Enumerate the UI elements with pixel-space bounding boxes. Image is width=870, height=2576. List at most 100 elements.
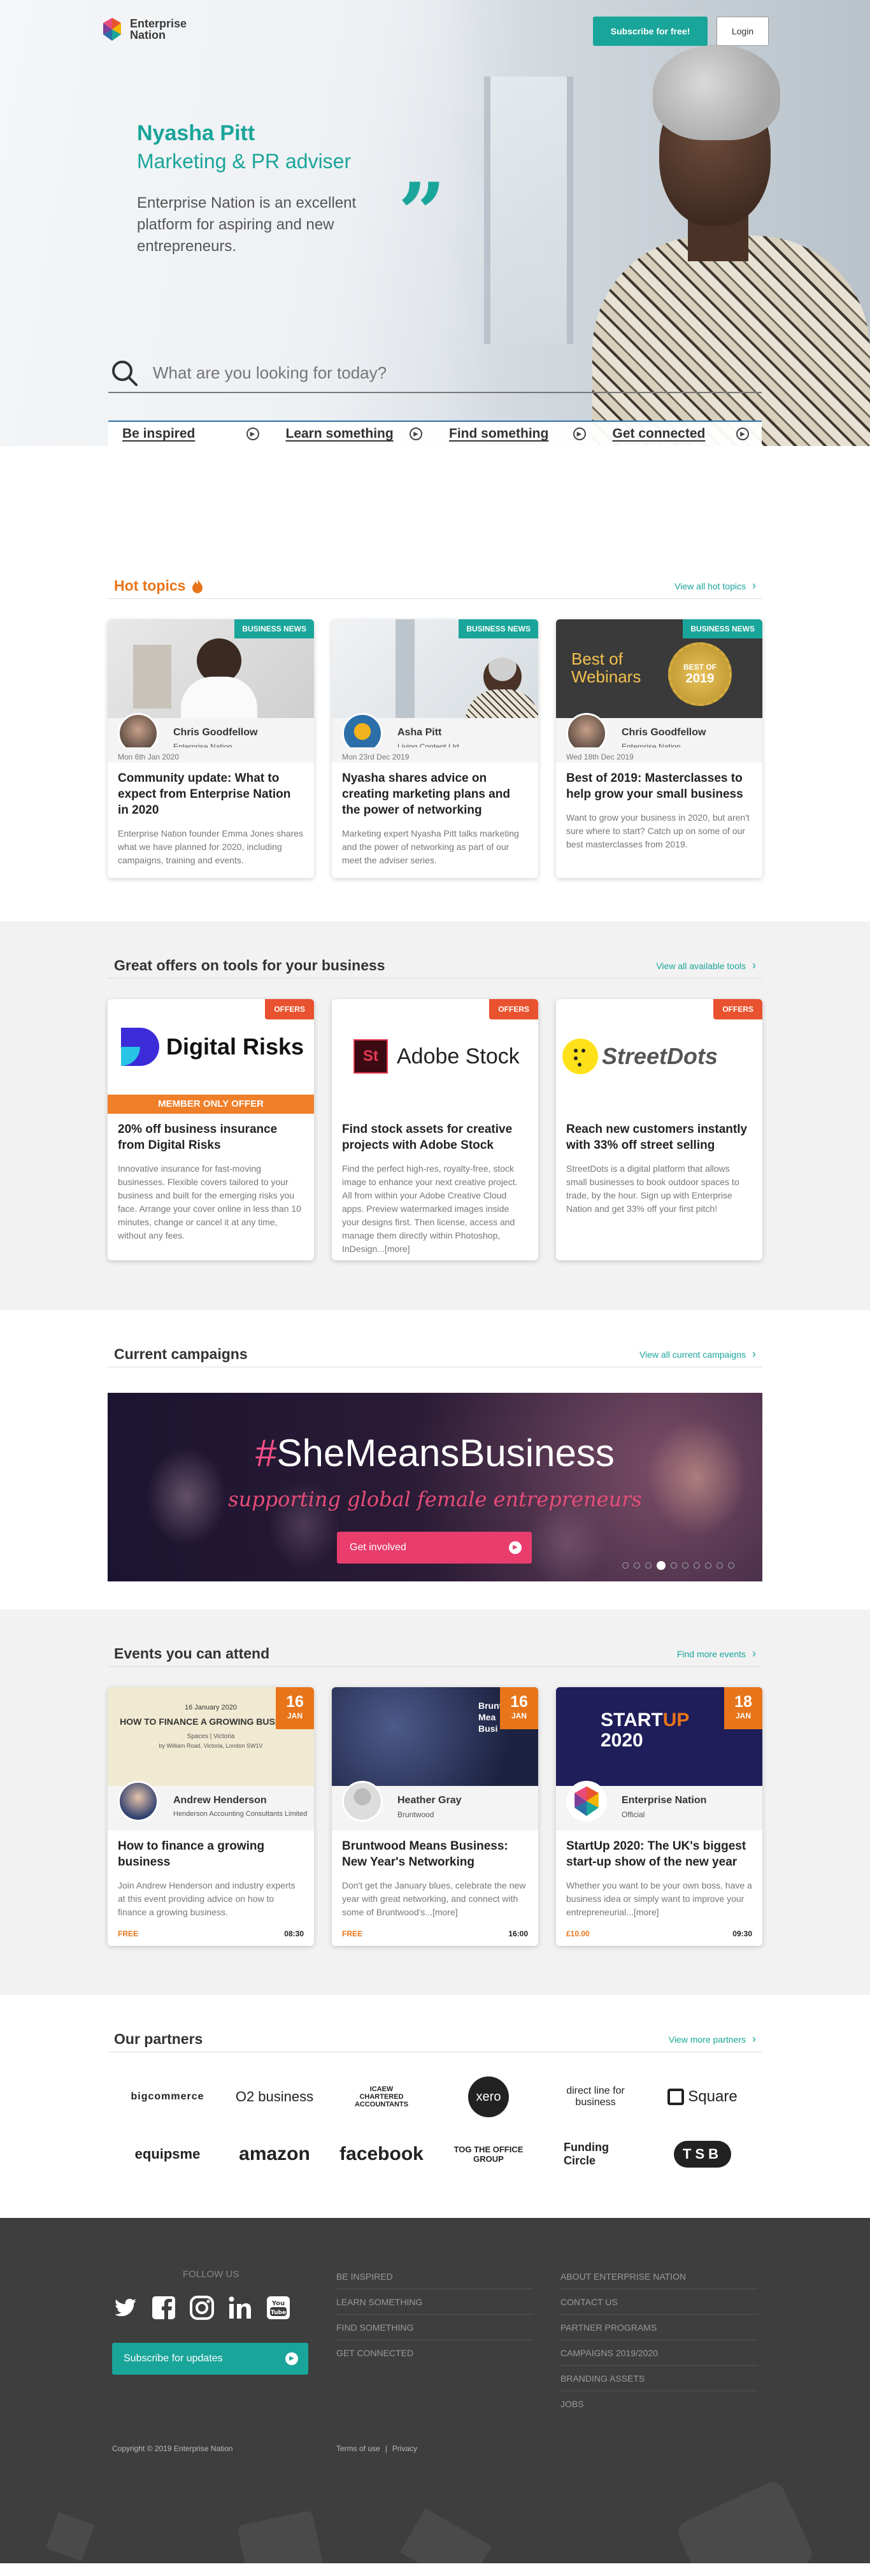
campaigns-section: Current campaigns View all current campa… xyxy=(0,1310,870,1609)
search-icon[interactable] xyxy=(108,357,140,389)
linkedin-icon[interactable] xyxy=(227,2294,253,2321)
find-more-events-link[interactable]: Find more events › xyxy=(677,1647,756,1660)
card-title[interactable]: Nyasha shares advice on creating marketi… xyxy=(332,763,538,818)
streetdots-icon xyxy=(562,1039,598,1074)
campaign-banner[interactable]: #SheMeansBusiness supporting global fema… xyxy=(108,1393,762,1581)
twitter-icon[interactable] xyxy=(112,2294,139,2321)
event-card[interactable]: 16 January 2020 HOW TO FINANCE A GROWING… xyxy=(108,1687,314,1946)
offer-card[interactable]: Digital Risks OFFERS MEMBER ONLY OFFER 2… xyxy=(108,999,314,1260)
news-card[interactable]: BUSINESS NEWS Chris Goodfellow Enterpris… xyxy=(108,619,314,878)
nav-learn-something[interactable]: Learn something ▶ xyxy=(272,422,436,446)
view-more-partners-link[interactable]: View more partners › xyxy=(669,2033,756,2046)
brand-logo[interactable]: Enterprise Nation xyxy=(99,17,187,42)
author-name: Heather Gray xyxy=(397,1795,462,1806)
news-card[interactable]: Best of Webinars BEST OF 2019 BUSINESS N… xyxy=(556,619,762,878)
social-icons: You Tube xyxy=(112,2294,292,2321)
carousel-dot[interactable] xyxy=(645,1562,652,1569)
offer-logo: Digital Risks OFFERS xyxy=(108,999,314,1095)
carousel-dot[interactable] xyxy=(728,1562,734,1569)
footer-link-get-connected[interactable]: GET CONNECTED xyxy=(336,2340,534,2366)
chevron-right-icon: ▶ xyxy=(573,428,586,440)
card-title[interactable]: Bruntwood Means Business: New Year's Net… xyxy=(332,1831,538,1870)
logo-mark-icon xyxy=(103,18,121,41)
get-involved-button[interactable]: Get involved ▶ xyxy=(337,1532,532,1564)
partner-logo-o2[interactable]: O2 business xyxy=(221,2078,328,2116)
partner-logo-amazon[interactable]: amazon xyxy=(221,2135,328,2173)
privacy-link[interactable]: Privacy xyxy=(392,2444,417,2453)
carousel-dot[interactable] xyxy=(717,1562,723,1569)
nav-find-something[interactable]: Find something ▶ xyxy=(435,422,599,446)
search-input[interactable] xyxy=(153,363,726,383)
subscribe-updates-button[interactable]: Subscribe for updates ▶ xyxy=(112,2343,308,2375)
square-icon xyxy=(667,2089,685,2105)
chevron-right-icon: › xyxy=(752,2033,756,2045)
event-time: 16:00 xyxy=(508,1929,528,1938)
partner-logo-facebook[interactable]: facebook xyxy=(328,2135,435,2173)
card-title[interactable]: Community update: What to expect from En… xyxy=(108,763,314,818)
nav-get-connected[interactable]: Get connected ▶ xyxy=(599,422,762,446)
footer-link-branding-assets[interactable]: BRANDING ASSETS xyxy=(560,2366,758,2391)
offer-tag: OFFERS xyxy=(489,999,538,1019)
carousel-dot[interactable] xyxy=(622,1562,629,1569)
footer-link-be-inspired[interactable]: BE INSPIRED xyxy=(336,2264,534,2289)
card-title[interactable]: Reach new customers instantly with 33% o… xyxy=(556,1114,762,1153)
view-all-tools-link[interactable]: View all available tools › xyxy=(656,959,756,972)
partner-logo-icaew[interactable]: ICAEW CHARTERED ACCOUNTANTS xyxy=(328,2078,435,2116)
footer-link-contact[interactable]: CONTACT US xyxy=(560,2289,758,2315)
search-bar[interactable] xyxy=(108,354,762,393)
carousel-dot[interactable] xyxy=(671,1562,677,1569)
footer-link-find-something[interactable]: FIND SOMETHING xyxy=(336,2315,534,2340)
footer-link-campaigns[interactable]: CAMPAIGNS 2019/2020 xyxy=(560,2340,758,2366)
card-title[interactable]: 20% off business insurance from Digital … xyxy=(108,1114,314,1153)
card-title[interactable]: Best of 2019: Masterclasses to help grow… xyxy=(556,763,762,802)
partner-logo-xero[interactable]: xero xyxy=(435,2076,542,2117)
footer-link-learn-something[interactable]: LEARN SOMETHING xyxy=(336,2289,534,2315)
hot-topics-header: Hot topics View all hot topics › xyxy=(108,573,762,599)
hero-name: Nyasha Pitt xyxy=(137,121,255,145)
instagram-icon[interactable] xyxy=(189,2294,215,2321)
event-image: 16 January 2020 HOW TO FINANCE A GROWING… xyxy=(108,1687,314,1786)
carousel-dot[interactable] xyxy=(634,1562,640,1569)
footer-link-jobs[interactable]: JOBS xyxy=(560,2391,758,2417)
youtube-icon[interactable]: You Tube xyxy=(265,2294,292,2321)
news-card[interactable]: BUSINESS NEWS Asha Pitt Living Content L… xyxy=(332,619,538,878)
carousel-dot[interactable] xyxy=(694,1562,700,1569)
partner-logo-tsb[interactable]: TSB xyxy=(649,2135,756,2173)
offer-card[interactable]: St Adobe Stock OFFERS Find stock assets … xyxy=(332,999,538,1260)
card-title[interactable]: StartUp 2020: The UK's biggest start-up … xyxy=(556,1831,762,1870)
login-button[interactable]: Login xyxy=(717,17,769,46)
partners-header: Our partners View more partners › xyxy=(108,2027,762,2052)
arrow-right-icon: ▶ xyxy=(509,1541,522,1554)
date-badge: 16 JAN xyxy=(276,1687,314,1729)
partner-logo-funding-circle[interactable]: Funding Circle xyxy=(542,2135,649,2173)
category-tag: BUSINESS NEWS xyxy=(459,619,538,638)
avatar xyxy=(342,1781,383,1822)
offers-header: Great offers on tools for your business … xyxy=(108,953,762,979)
carousel-dot[interactable] xyxy=(657,1561,666,1570)
carousel-dot[interactable] xyxy=(682,1562,688,1569)
nav-be-inspired[interactable]: Be inspired ▶ xyxy=(108,422,272,446)
partner-logo-direct-line[interactable]: direct line for business xyxy=(542,2078,649,2116)
offer-card[interactable]: StreetDots OFFERS Reach new customers in… xyxy=(556,999,762,1260)
chevron-right-icon: › xyxy=(752,1647,756,1660)
hot-topics-section: Hot topics View all hot topics › BUSINES… xyxy=(0,446,870,921)
event-card[interactable]: STARTUP 2020 18 JAN Enterprise Nation Of… xyxy=(556,1687,762,1946)
author-org: Henderson Accounting Consultants Limited xyxy=(173,1810,308,1818)
subscribe-button[interactable]: Subscribe for free! xyxy=(593,17,708,46)
partner-logo-equipsme[interactable]: equipsme xyxy=(114,2135,221,2173)
avatar xyxy=(118,1781,159,1822)
view-all-campaigns-link[interactable]: View all current campaigns › xyxy=(639,1348,756,1361)
partner-logo-square[interactable]: Square xyxy=(649,2078,756,2116)
card-title[interactable]: Find stock assets for creative projects … xyxy=(332,1114,538,1153)
partner-logo-tog[interactable]: TOG THE OFFICE GROUP xyxy=(435,2135,542,2173)
event-card[interactable]: Brunt Mea Busi 16 JAN Heather Gray Brunt… xyxy=(332,1687,538,1946)
terms-link[interactable]: Terms of use xyxy=(336,2444,380,2453)
hero-window xyxy=(484,76,573,344)
view-all-hot-topics-link[interactable]: View all hot topics › xyxy=(674,579,756,593)
footer-link-partner-programs[interactable]: PARTNER PROGRAMS xyxy=(560,2315,758,2340)
footer-link-about[interactable]: ABOUT ENTERPRISE NATION xyxy=(560,2264,758,2289)
facebook-icon[interactable] xyxy=(150,2294,177,2321)
card-title[interactable]: How to finance a growing business xyxy=(108,1831,314,1870)
carousel-dot[interactable] xyxy=(705,1562,711,1569)
partner-logo-bigcommerce[interactable]: bigcommerce xyxy=(114,2078,221,2116)
